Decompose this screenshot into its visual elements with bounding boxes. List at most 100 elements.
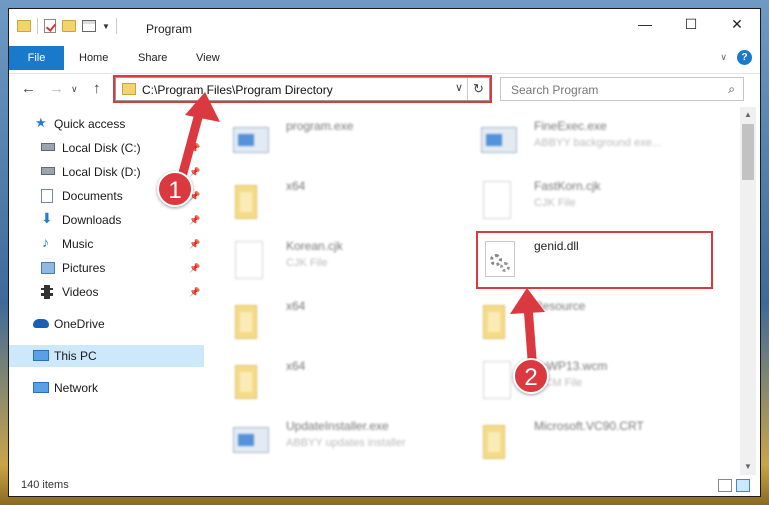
pictures-icon [41, 262, 55, 274]
pin-icon[interactable]: 📌 [189, 143, 200, 154]
file-item[interactable]: x64 [231, 173, 476, 231]
scrollbar-thumb[interactable] [742, 124, 754, 180]
sidebar-item-label: This PC [54, 349, 97, 363]
sidebar-item-label: Local Disk (D:) [62, 165, 141, 179]
sidebar-item-label: Music [62, 237, 94, 251]
expand-ribbon-icon[interactable]: ∨ [720, 52, 727, 63]
tab-file[interactable]: File [9, 46, 64, 70]
window-controls: — ☐ ✕ [622, 9, 760, 39]
file-item[interactable]: FastKorn.cjk CJK File [479, 173, 724, 231]
sidebar-item-downloads[interactable]: ⬇ Downloads 📌 [9, 209, 204, 231]
star-icon: ★ [35, 115, 47, 130]
search-box[interactable]: Search Program ⌕ [500, 77, 744, 101]
chevron-down-icon[interactable]: ▼ [102, 22, 110, 31]
sidebar-item-network[interactable]: Network [9, 377, 204, 399]
item-count: 140 items [21, 479, 69, 491]
pin-icon[interactable]: 📌 [189, 239, 200, 250]
genid-dll-highlight-box [476, 231, 713, 289]
file-name: x64 [286, 359, 306, 373]
music-icon: ♪ [42, 234, 49, 250]
file-item[interactable]: UpdateInstaller.exe ABBYY updates instal… [231, 413, 476, 471]
up-icon[interactable]: ↑ [93, 80, 101, 97]
tiles-view-icon[interactable] [736, 479, 750, 492]
folder-icon [231, 357, 271, 405]
toolbar-divider [37, 18, 38, 34]
file-name: x64 [286, 179, 306, 193]
exe-icon [479, 117, 519, 165]
file-name: Resource [534, 299, 586, 313]
details-view-icon[interactable] [718, 479, 732, 492]
scroll-down-icon[interactable]: ▼ [740, 459, 756, 475]
help-icon[interactable]: ? [737, 50, 752, 65]
search-icon[interactable]: ⌕ [728, 82, 735, 97]
pin-icon[interactable]: 📌 [189, 287, 200, 298]
forward-icon[interactable]: → [49, 80, 64, 97]
properties-check-icon[interactable] [44, 19, 56, 33]
file-item[interactable]: x64 [231, 353, 476, 411]
exe-icon [231, 417, 271, 465]
file-item[interactable]: Resource [479, 293, 724, 351]
sidebar-item-label: Quick access [54, 117, 126, 131]
back-icon[interactable]: ← [21, 80, 36, 97]
sidebar-item-videos[interactable]: Videos 📌 [9, 281, 204, 303]
sidebar-item-label: Network [54, 381, 99, 395]
annotation-badge-1: 1 [157, 171, 193, 207]
file-name: UpdateInstaller.exe [286, 419, 389, 433]
sidebar-item-label: Videos [62, 285, 99, 299]
file-name: Korean.cjk [286, 239, 343, 253]
vertical-scrollbar[interactable]: ▲ ▼ [740, 107, 756, 475]
status-bar: 140 items [9, 475, 760, 497]
tab-view[interactable]: View [196, 46, 220, 70]
folder-icon [479, 297, 519, 345]
pin-icon[interactable]: 📌 [189, 215, 200, 226]
sidebar-item-quick-access[interactable]: ★ Quick access [9, 113, 204, 135]
file-item[interactable]: FineExec.exe ABBYY background exe... [479, 113, 724, 171]
properties-icon[interactable] [82, 20, 96, 32]
new-folder-icon[interactable] [62, 20, 76, 32]
sidebar-item-music[interactable]: ♪ Music 📌 [9, 233, 204, 255]
exe-icon [231, 117, 271, 165]
file-item[interactable]: program.exe [231, 113, 476, 171]
drive-icon [41, 167, 55, 175]
ribbon-right: ∨ ? [720, 50, 752, 65]
file-type: ABBYY updates installer [286, 437, 406, 449]
cloud-icon [33, 319, 49, 328]
title-bar: ▼ Program — ☐ ✕ [9, 9, 760, 41]
pin-icon[interactable]: 📌 [189, 167, 200, 178]
scroll-up-icon[interactable]: ▲ [740, 107, 756, 123]
quick-access-toolbar: ▼ [17, 18, 117, 34]
annotation-badge-2: 2 [513, 358, 549, 394]
sidebar-item-onedrive[interactable]: OneDrive [9, 313, 204, 335]
file-item[interactable]: Korean.cjk CJK File [231, 233, 476, 291]
sidebar-item-label: Local Disk (C:) [62, 141, 141, 155]
close-button[interactable]: ✕ [714, 9, 760, 39]
search-input[interactable]: Search Program [511, 83, 598, 97]
file-type: CJK File [534, 197, 576, 209]
tab-share[interactable]: Share [138, 46, 167, 70]
navigation-pane: ★ Quick access Local Disk (C:) 📌 Local D… [9, 107, 204, 475]
file-type: ABBYY background exe... [534, 137, 661, 149]
file-name: FineExec.exe [534, 119, 607, 133]
folder-icon [231, 297, 271, 345]
file-name: program.exe [286, 119, 354, 133]
file-item[interactable]: x64 [231, 293, 476, 351]
sidebar-item-this-pc[interactable]: This PC [9, 345, 204, 367]
minimize-button[interactable]: — [622, 9, 668, 39]
recent-locations-icon[interactable]: ∨ [71, 84, 78, 95]
tab-home[interactable]: Home [79, 46, 108, 70]
pin-icon[interactable]: 📌 [189, 263, 200, 274]
drive-icon [41, 143, 55, 151]
maximize-button[interactable]: ☐ [668, 9, 714, 39]
sidebar-item-local-disk-c[interactable]: Local Disk (C:) 📌 [9, 137, 204, 159]
sidebar-item-label: Pictures [62, 261, 106, 275]
navigation-bar: ← → ∨ ↑ C:\Program Files\Program Directo… [9, 73, 760, 103]
folder-icon [17, 20, 31, 32]
window-title: Program [146, 22, 193, 36]
file-name: Microsoft.VC90.CRT [534, 419, 644, 433]
toolbar-divider [115, 18, 117, 34]
document-icon [231, 237, 271, 285]
folder-icon [231, 177, 271, 225]
sidebar-item-pictures[interactable]: Pictures 📌 [9, 257, 204, 279]
file-item[interactable]: Microsoft.VC90.CRT [479, 413, 724, 471]
videos-icon [41, 285, 53, 299]
